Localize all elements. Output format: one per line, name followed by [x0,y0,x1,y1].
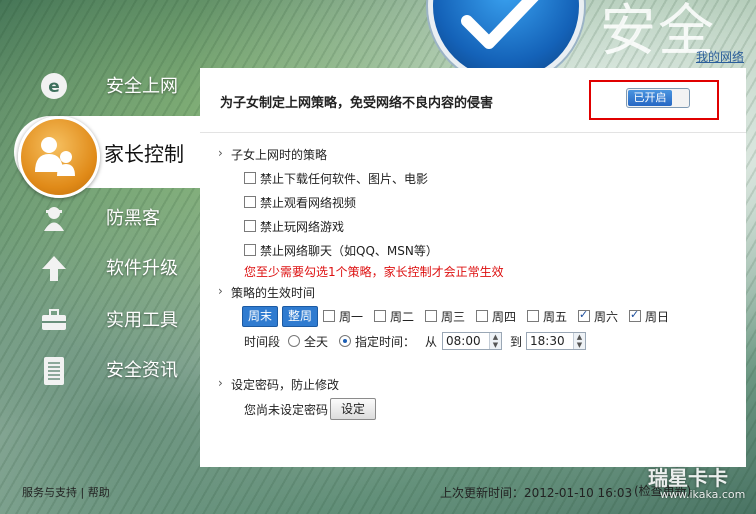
day-label: 周五 [543,310,568,324]
watermark-url: www.ikaka.com [660,488,746,501]
end-time-value: 18:30 [530,334,565,348]
family-icon [18,116,100,198]
start-time-value: 08:00 [446,334,481,348]
password-status: 您尚未设定密码 [244,403,329,417]
toolbox-icon [40,306,68,334]
ie-icon: e [40,72,68,100]
footer-links[interactable]: 服务与支持 | 帮助 [22,484,110,500]
panel-title: 为子女制定上网策略，免受网络不良内容的侵害 [220,96,494,111]
arrow-up-icon [40,254,68,282]
checkbox-no-chat[interactable] [244,244,256,256]
checkbox-no-video[interactable] [244,196,256,208]
whole-week-button[interactable]: 整周 [282,306,319,327]
panel-header: 为子女制定上网策略，免受网络不良内容的侵害 已开启 [200,68,746,133]
checkbox-wed[interactable] [425,310,437,322]
toggle-on-label: 已开启 [628,90,672,106]
nav-label: 安全资讯 [106,360,178,381]
to-label: 到 [510,335,523,349]
nav-item-safe-browsing[interactable]: e 安全上网 [0,60,200,110]
day-label: 周日 [645,310,670,324]
nav-label: 安全上网 [106,76,178,97]
section-label: 策略的生效时间 [231,286,316,300]
policy-warning: 您至少需要勾选1个策略，家长控制才会正常生效 [244,265,504,279]
day-label: 周三 [441,310,466,324]
nav-label: 实用工具 [106,310,178,331]
nav-label: 防黑客 [106,208,160,229]
day-label: 周一 [339,310,364,324]
last-update-text: 上次更新时间：2012-01-10 16:03 [440,486,633,500]
end-time-input[interactable]: 18:30 ▲ ▼ [526,332,586,350]
radio-all-day[interactable] [288,335,300,347]
chevron-right-icon: › [218,146,223,160]
section-label: 子女上网时的策略 [231,148,328,162]
hacker-icon [40,204,68,232]
document-icon [40,356,68,385]
chevron-right-icon: › [218,284,223,298]
nav-item-anti-hacker[interactable]: 防黑客 [0,192,200,242]
all-day-label: 全天 [304,335,329,349]
nav-item-software-upgrade[interactable]: 软件升级 [0,242,200,292]
section-label: 设定密码，防止修改 [231,378,340,392]
nav-label: 软件升级 [106,258,178,279]
checkbox-fri[interactable] [527,310,539,322]
chevron-right-icon: › [218,376,223,390]
checkbox-sun[interactable] [629,308,641,322]
parental-control-panel: 为子女制定上网策略，免受网络不良内容的侵害 已开启 › 子女上网时的策略 禁止下… [200,68,746,467]
day-label: 周四 [492,310,517,324]
checkbox-thu[interactable] [476,310,488,322]
enable-toggle[interactable]: 已开启 [626,88,690,108]
checkbox-no-download[interactable] [244,172,256,184]
day-label: 周二 [390,310,415,324]
my-safety-link[interactable]: 我的网络 [696,48,744,65]
svg-text:e: e [48,77,60,97]
footer: 服务与支持 | 帮助 上次更新时间：2012-01-10 16:03 (检查更新… [0,470,756,514]
checkbox-sat[interactable] [578,308,590,322]
radio-specified-time[interactable] [339,335,351,347]
checkbox-no-games[interactable] [244,220,256,232]
end-time-spinner[interactable]: ▲ ▼ [573,333,585,349]
checkbox-tue[interactable] [374,310,386,322]
nav-item-utilities[interactable]: 实用工具 [0,294,200,344]
nav-item-security-news[interactable]: 安全资讯 [0,344,200,394]
nav-label: 家长控制 [104,142,184,166]
from-label: 从 [425,335,438,349]
day-label: 周六 [594,310,619,324]
period-label: 时间段 [244,335,281,349]
start-time-spinner[interactable]: ▲ ▼ [489,333,501,349]
option-label: 禁止网络聊天（如QQ、MSN等） [260,244,438,258]
option-label: 禁止玩网络游戏 [260,220,345,234]
set-password-button[interactable]: 设定 [330,398,376,420]
option-label: 禁止下载任何软件、图片、电影 [260,172,429,186]
checkbox-mon[interactable] [323,310,335,322]
watermark-text: 瑞星卡卡 [648,466,728,490]
specified-time-label: 指定时间： [355,335,416,349]
weekend-button[interactable]: 周末 [242,306,279,327]
option-label: 禁止观看网络视频 [260,196,357,210]
start-time-input[interactable]: 08:00 ▲ ▼ [442,332,502,350]
